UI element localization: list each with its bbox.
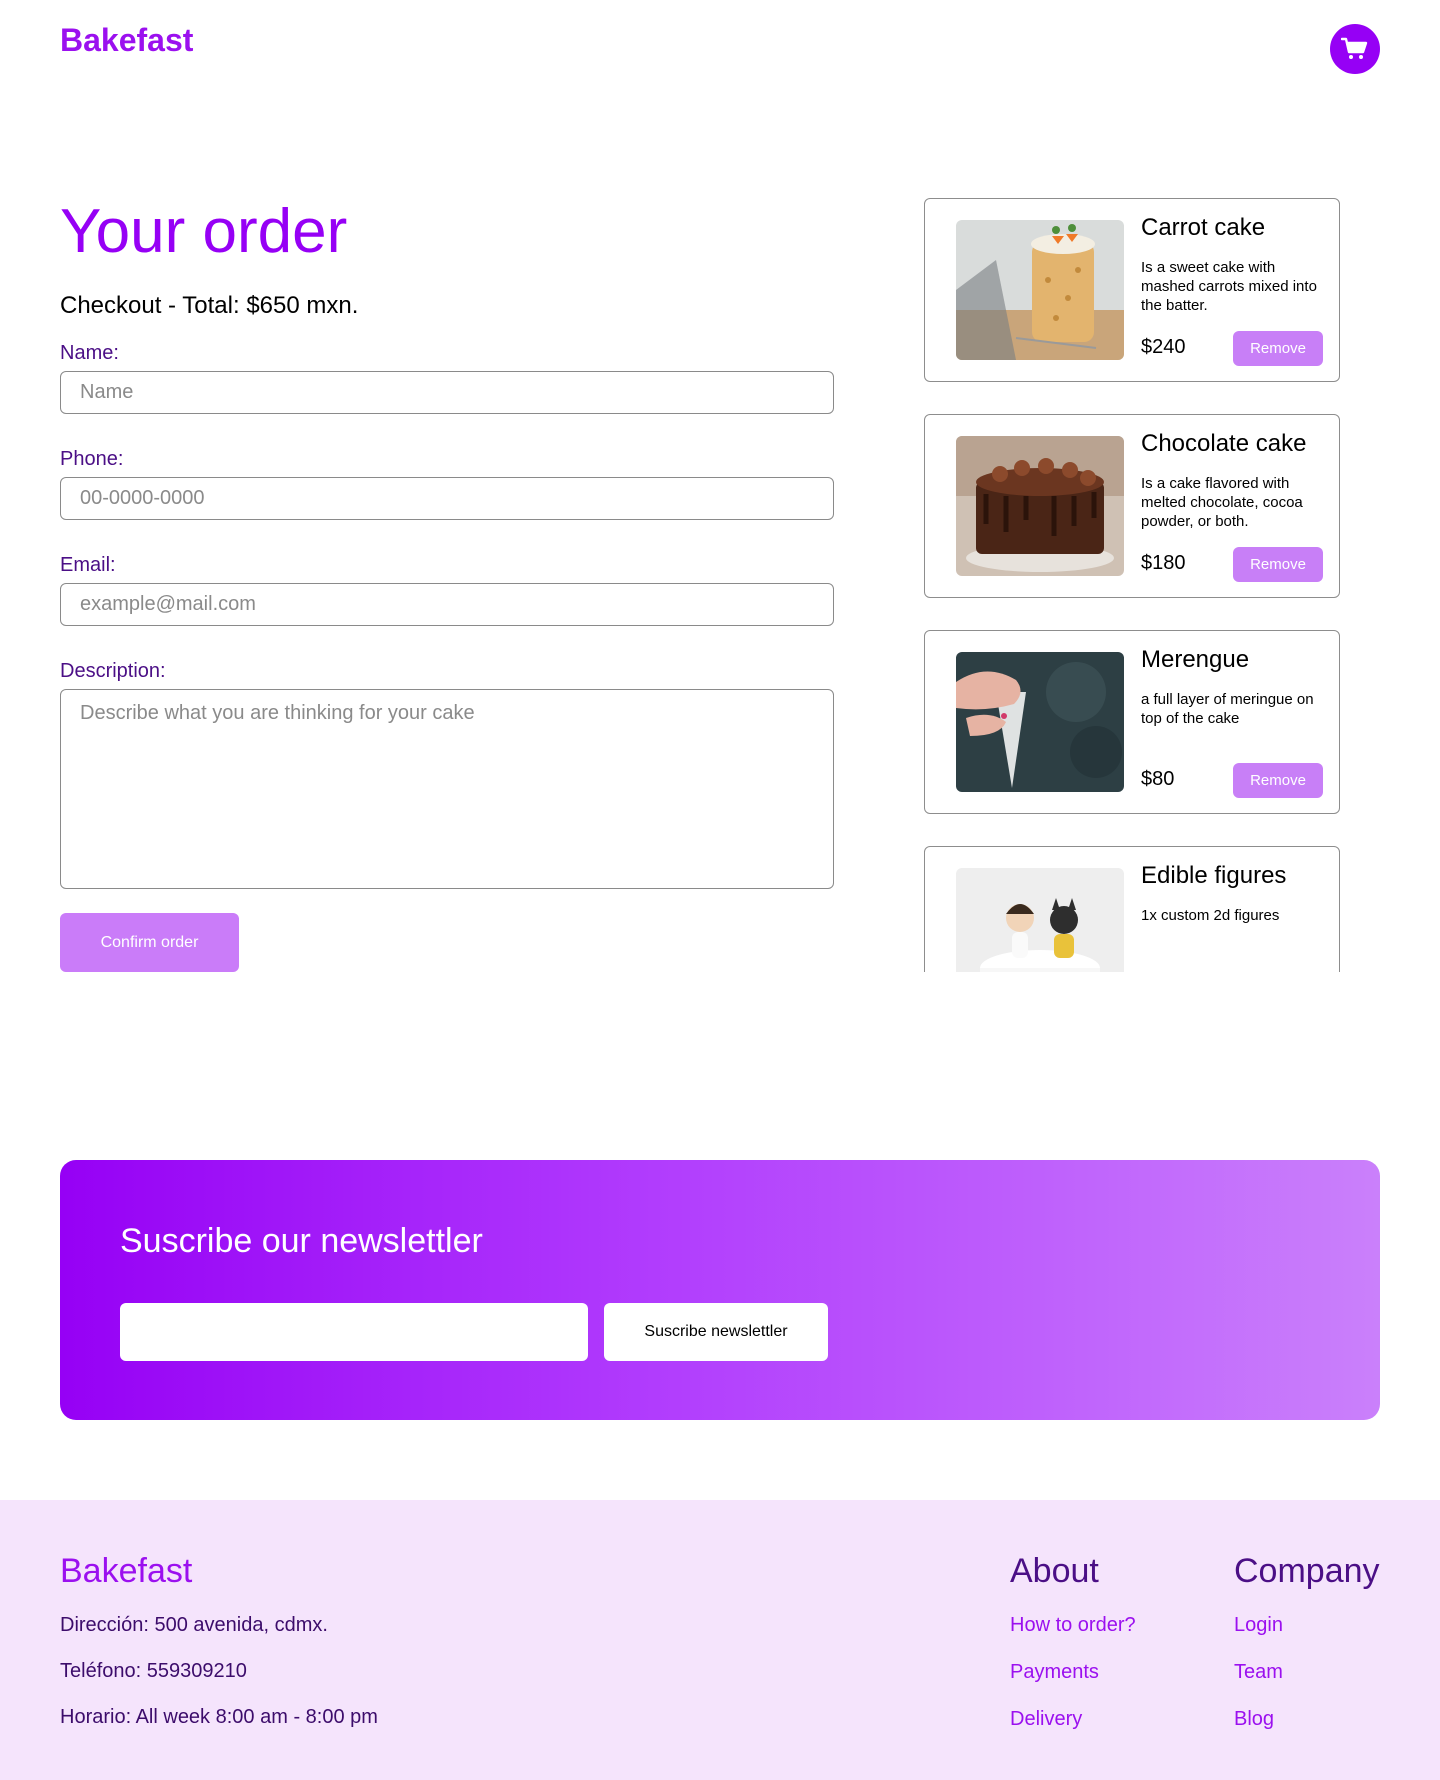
footer-hours: Horario: All week 8:00 am - 8:00 pm [60,1706,378,1728]
confirm-order-button[interactable]: Confirm order [60,913,239,972]
page-title: Your order [60,197,348,266]
email-input[interactable] [60,583,834,626]
footer-link-blog[interactable]: Blog [1234,1708,1274,1731]
subscribe-newsletter-button[interactable]: Suscribe newslettler [604,1303,828,1361]
phone-label: Phone: [60,448,124,470]
remove-button[interactable]: Remove [1233,547,1323,582]
cart-item-description: Is a cake flavored with melted chocolate… [1141,475,1303,530]
cart-items-list: Carrot cake Is a sweet cake with mashed … [924,198,1340,972]
cart-item-price: $240 [1141,336,1186,358]
footer-phone: Teléfono: 559309210 [60,1660,247,1682]
footer-link-login[interactable]: Login [1234,1614,1283,1637]
phone-input[interactable] [60,477,834,520]
newsletter-email-input[interactable] [120,1303,588,1361]
footer-link-payments[interactable]: Payments [1010,1661,1099,1684]
edible-figures-image [956,868,1124,972]
footer-about-title: About [1010,1552,1099,1590]
cart-item-card: Chocolate cake Is a cake flavored with m… [924,414,1340,598]
footer-link-delivery[interactable]: Delivery [1010,1708,1082,1731]
chocolate-cake-image [956,436,1124,576]
name-label: Name: [60,342,119,364]
cart-item-name: Chocolate cake [1141,430,1307,457]
cart-button[interactable] [1330,24,1380,74]
cart-item-card: Edible figures 1x custom 2d figures [924,846,1340,972]
cart-item-name: Carrot cake [1141,214,1266,241]
footer-address: Dirección: 500 avenida, cdmx. [60,1614,328,1636]
footer: Bakefast Dirección: 500 avenida, cdmx. T… [0,1500,1440,1780]
footer-link-team[interactable]: Team [1234,1661,1283,1684]
cart-item-name: Merengue [1141,646,1250,673]
newsletter-banner: Suscribe our newslettler Suscribe newsle… [60,1160,1380,1420]
carrot-cake-image [956,220,1124,360]
brand-logo[interactable]: Bakefast [60,22,193,59]
description-label: Description: [60,660,166,682]
merengue-image [956,652,1124,792]
newsletter-title: Suscribe our newslettler [120,1222,483,1260]
checkout-total: Checkout - Total: $650 mxn. [60,292,359,319]
description-textarea[interactable] [60,689,834,889]
cart-item-name: Edible figures [1141,862,1287,889]
shopping-cart-icon [1341,37,1368,59]
cart-item-card: Merengue a full layer of meringue on top… [924,630,1340,814]
cart-item-card: Carrot cake Is a sweet cake with mashed … [924,198,1340,382]
cart-item-description: 1x custom 2d figures [1141,907,1280,924]
name-input[interactable] [60,371,834,414]
footer-company-title: Company [1234,1552,1380,1590]
cart-item-price: $180 [1141,552,1186,574]
remove-button[interactable]: Remove [1233,763,1323,798]
remove-button[interactable]: Remove [1233,331,1323,366]
cart-item-description: a full layer of meringue on top of the c… [1141,691,1314,727]
cart-item-description: Is a sweet cake with mashed carrots mixe… [1141,259,1317,314]
email-label: Email: [60,554,116,576]
footer-brand: Bakefast [60,1552,193,1590]
footer-link-how-to-order[interactable]: How to order? [1010,1614,1136,1637]
cart-item-price: $80 [1141,768,1175,790]
